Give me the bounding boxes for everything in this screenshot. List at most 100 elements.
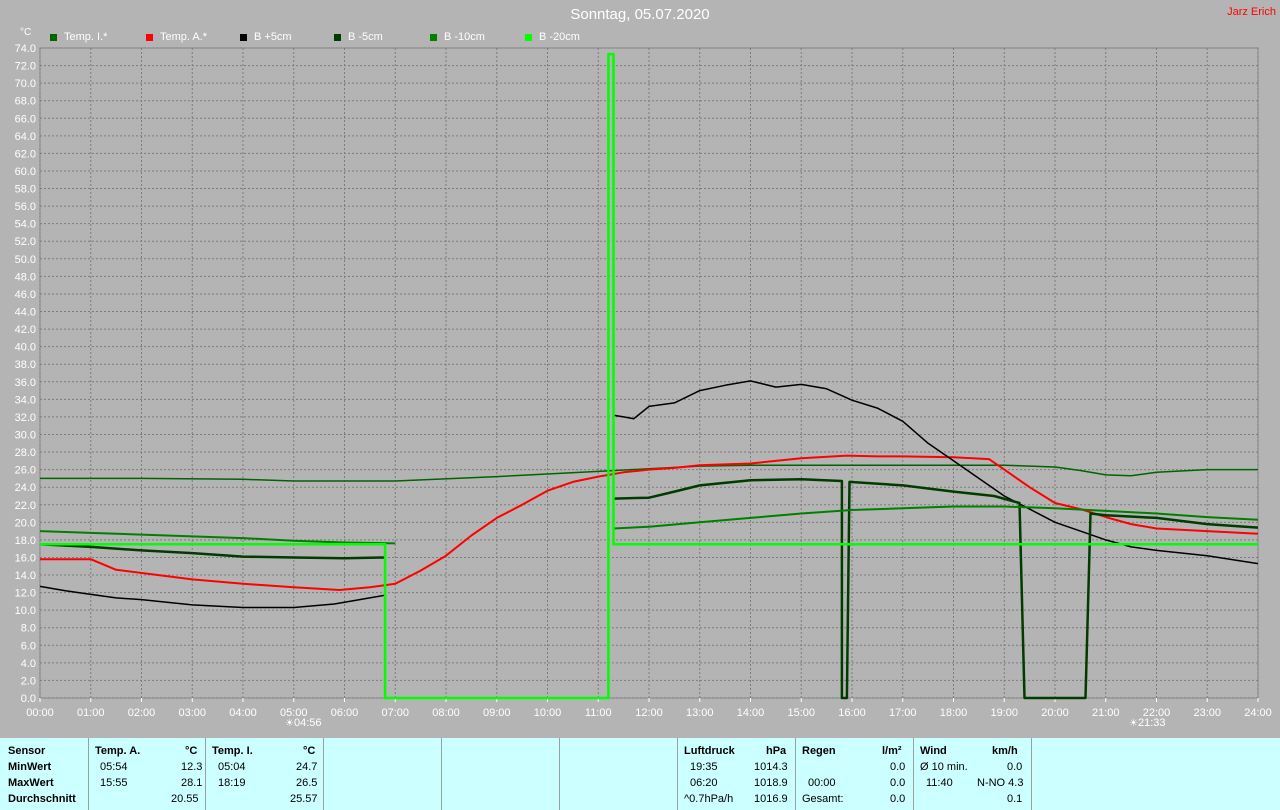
stats-sensor-cell: Sensor MinWert MaxWert Durchschnitt bbox=[0, 738, 89, 810]
pressure-current: 1016.9 bbox=[754, 793, 788, 805]
temp-i-max: 26.5 bbox=[296, 777, 318, 789]
wind-unit: km/h bbox=[992, 745, 1018, 757]
x-tick-label: 10:00 bbox=[534, 707, 562, 719]
y-tick-label: 8.0 bbox=[21, 623, 36, 635]
rain-value: 0.0 bbox=[890, 777, 906, 789]
sunset-marker: ☀21:33 bbox=[1129, 717, 1166, 729]
wind-last: 0.1 bbox=[1007, 793, 1023, 805]
y-tick-label: 64.0 bbox=[15, 131, 36, 143]
y-tick-label: 26.0 bbox=[15, 465, 36, 477]
x-tick-label: 24:00 bbox=[1244, 707, 1272, 719]
pressure-min: 1014.3 bbox=[754, 761, 788, 773]
x-tick-label: 23:00 bbox=[1193, 707, 1221, 719]
stats-row-min: MinWert bbox=[8, 761, 52, 773]
y-tick-label: 30.0 bbox=[15, 429, 36, 441]
y-tick-label: 58.0 bbox=[15, 184, 36, 196]
y-tick-label: 70.0 bbox=[15, 78, 36, 90]
y-tick-label: 54.0 bbox=[15, 219, 36, 231]
legend-label: Temp. A.* bbox=[160, 31, 208, 43]
y-tick-label: 14.0 bbox=[15, 570, 36, 582]
temp-a-min: 12.3 bbox=[181, 761, 203, 773]
y-tick-label: 48.0 bbox=[15, 271, 36, 283]
stats-rain-cell: Regen l/m² 0.0 00:00 0.0 Gesamt: 0.0 bbox=[796, 738, 914, 810]
y-tick-label: 34.0 bbox=[15, 394, 36, 406]
x-tick-label: 01:00 bbox=[77, 707, 105, 719]
sunrise-time: 04:56 bbox=[293, 717, 322, 729]
wind-max: N-NO 4.3 bbox=[977, 777, 1024, 789]
legend-swatch bbox=[430, 34, 437, 41]
x-tick-label: 17:00 bbox=[889, 707, 917, 719]
temp-a-header: Temp. A. bbox=[95, 745, 141, 757]
y-tick-label: 0.0 bbox=[21, 693, 36, 705]
stats-temp-a-cell: Temp. A. °C 05:54 12.3 15:55 28.1 20.55 bbox=[89, 738, 206, 810]
rain-total-label: Gesamt: bbox=[802, 793, 844, 805]
y-tick-label: 12.0 bbox=[15, 588, 36, 600]
y-tick-label: 68.0 bbox=[15, 96, 36, 108]
wind-avg-label: Ø 10 min. bbox=[920, 761, 968, 773]
x-tick-label: 06:00 bbox=[331, 707, 359, 719]
x-tick-label: 14:00 bbox=[737, 707, 765, 719]
sunrise-marker: ☀04:56 bbox=[285, 717, 322, 729]
legend-swatch bbox=[334, 34, 341, 41]
rain-first: 0.0 bbox=[890, 761, 906, 773]
y-tick-label: 40.0 bbox=[15, 342, 36, 354]
y-tick-label: 6.0 bbox=[21, 640, 36, 652]
sunrise-icon: ☀ bbox=[285, 718, 294, 729]
wind-header: Wind bbox=[920, 745, 947, 757]
x-tick-label: 18:00 bbox=[940, 707, 968, 719]
x-tick-label: 12:00 bbox=[635, 707, 663, 719]
x-tick-label: 19:00 bbox=[990, 707, 1018, 719]
pressure-max-time: 06:20 bbox=[690, 777, 718, 789]
y-axis-unit: °C bbox=[20, 27, 32, 38]
y-tick-label: 36.0 bbox=[15, 377, 36, 389]
temp-a-max-time: 15:55 bbox=[100, 777, 128, 789]
temp-i-unit: °C bbox=[303, 745, 316, 757]
x-tick-label: 07:00 bbox=[381, 707, 409, 719]
y-tick-label: 32.0 bbox=[15, 412, 36, 424]
y-tick-label: 74.0 bbox=[15, 43, 36, 55]
rain-header: Regen bbox=[802, 745, 836, 757]
stats-empty-3 bbox=[560, 738, 678, 810]
stats-wind-cell: Wind km/h Ø 10 min. 0.0 11:40 N-NO 4.3 0… bbox=[914, 738, 1032, 810]
pressure-max: 1018.9 bbox=[754, 777, 788, 789]
legend-label: B -10cm bbox=[444, 31, 485, 43]
x-tick-label: 09:00 bbox=[483, 707, 511, 719]
y-tick-label: 28.0 bbox=[15, 447, 36, 459]
legend-label: B +5cm bbox=[254, 31, 292, 43]
y-tick-label: 66.0 bbox=[15, 113, 36, 125]
rain-unit: l/m² bbox=[882, 745, 902, 757]
y-tick-label: 4.0 bbox=[21, 658, 36, 670]
y-tick-label: 62.0 bbox=[15, 148, 36, 160]
temp-a-unit: °C bbox=[185, 745, 198, 757]
y-tick-label: 22.0 bbox=[15, 500, 36, 512]
legend-swatch bbox=[525, 34, 532, 41]
wind-max-time: 11:40 bbox=[926, 777, 953, 789]
legend-swatch bbox=[50, 34, 57, 41]
stats-panel: Sensor MinWert MaxWert Durchschnitt Temp… bbox=[0, 738, 1280, 810]
x-tick-label: 08:00 bbox=[432, 707, 460, 719]
pressure-min-time: 19:35 bbox=[690, 761, 718, 773]
x-tick-label: 16:00 bbox=[838, 707, 866, 719]
x-tick-label: 15:00 bbox=[787, 707, 815, 719]
x-tick-label: 02:00 bbox=[128, 707, 156, 719]
author-label: Jarz Erich bbox=[1227, 6, 1276, 18]
y-tick-label: 10.0 bbox=[15, 605, 36, 617]
y-tick-label: 20.0 bbox=[15, 517, 36, 529]
x-tick-label: 00:00 bbox=[26, 707, 54, 719]
stats-pressure-cell: Luftdruck hPa 19:35 1014.3 06:20 1018.9 … bbox=[678, 738, 796, 810]
stats-sensor-header: Sensor bbox=[8, 745, 46, 757]
x-tick-label: 11:00 bbox=[585, 707, 612, 719]
stats-temp-i-cell: Temp. I. °C 05:04 24.7 18:19 26.5 25.57 bbox=[206, 738, 324, 810]
legend-swatch bbox=[146, 34, 153, 41]
y-tick-label: 18.0 bbox=[15, 535, 36, 547]
legend-label: B -20cm bbox=[539, 31, 580, 43]
pressure-unit: hPa bbox=[766, 745, 787, 757]
chart-title: Sonntag, 05.07.2020 bbox=[570, 6, 710, 23]
temp-i-min-time: 05:04 bbox=[218, 761, 246, 773]
pressure-header: Luftdruck bbox=[684, 745, 735, 757]
y-tick-label: 44.0 bbox=[15, 307, 36, 319]
x-tick-label: 13:00 bbox=[686, 707, 714, 719]
x-tick-label: 20:00 bbox=[1041, 707, 1069, 719]
y-tick-label: 56.0 bbox=[15, 201, 36, 213]
wind-avg: 0.0 bbox=[1007, 761, 1023, 773]
